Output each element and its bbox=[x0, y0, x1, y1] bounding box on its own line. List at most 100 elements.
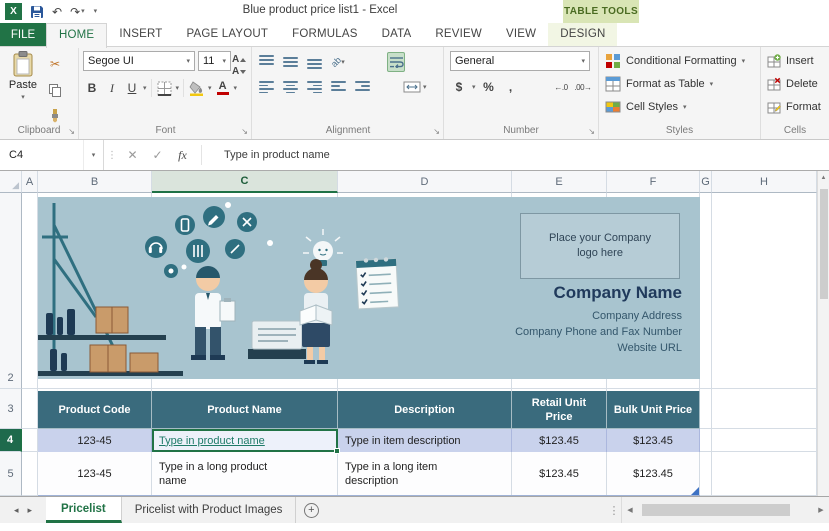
tab-design[interactable]: DESIGN bbox=[548, 23, 618, 46]
undo-button[interactable]: ↶ bbox=[52, 4, 62, 20]
row-header-3[interactable]: 3 bbox=[0, 389, 22, 429]
next-sheet-icon[interactable]: ▸ bbox=[28, 505, 33, 516]
previous-sheet-icon[interactable]: ◂ bbox=[14, 505, 19, 516]
delete-cells-button[interactable]: Delete bbox=[767, 74, 818, 94]
tab-view[interactable]: VIEW bbox=[494, 23, 548, 46]
grid-cell[interactable] bbox=[700, 429, 712, 452]
grid-cell[interactable] bbox=[712, 429, 817, 452]
grid-cell[interactable] bbox=[700, 389, 712, 429]
column-header-f[interactable]: F bbox=[607, 171, 700, 193]
cell-styles-button[interactable]: Cell Styles ▾ bbox=[605, 97, 686, 117]
insert-cells-button[interactable]: Insert bbox=[767, 51, 814, 71]
grid-cell[interactable] bbox=[712, 389, 817, 429]
row-header-5[interactable]: 5 bbox=[0, 452, 22, 496]
column-header-a[interactable]: A bbox=[22, 171, 38, 193]
header-bulk-unit-price[interactable]: Bulk Unit Price bbox=[607, 391, 700, 429]
font-name-combo[interactable]: Segoe UI ▾ bbox=[83, 51, 195, 71]
cell-retail-price[interactable]: $123.45 bbox=[512, 429, 607, 452]
excel-logo-icon[interactable]: X bbox=[5, 3, 22, 20]
format-as-table-button[interactable]: Format as Table ▾ bbox=[605, 74, 713, 94]
wrap-text-button[interactable] bbox=[387, 52, 405, 72]
vertical-scrollbar-thumb[interactable] bbox=[820, 189, 828, 299]
number-format-combo[interactable]: General ▾ bbox=[450, 51, 590, 71]
cell-product-name[interactable]: Type in a long product name bbox=[152, 452, 338, 495]
save-icon[interactable] bbox=[30, 5, 44, 19]
column-header-d[interactable]: D bbox=[338, 171, 512, 193]
tab-page-layout[interactable]: PAGE LAYOUT bbox=[174, 23, 280, 46]
font-size-combo[interactable]: 11 ▾ bbox=[198, 51, 231, 71]
align-right-button[interactable] bbox=[305, 77, 323, 97]
company-logo-placeholder[interactable]: Place your Company logo here bbox=[520, 213, 680, 279]
column-header-e[interactable]: E bbox=[512, 171, 607, 193]
new-sheet-button[interactable]: + bbox=[296, 497, 326, 523]
cell-retail-price[interactable]: $123.45 bbox=[512, 452, 607, 495]
grid-cell[interactable] bbox=[22, 193, 38, 389]
enter-button[interactable]: ✓ bbox=[145, 148, 170, 162]
row-header-2[interactable]: 2 bbox=[0, 193, 22, 389]
select-all-button[interactable]: ◢ bbox=[0, 171, 22, 193]
scroll-right-icon[interactable]: ▶ bbox=[813, 506, 829, 514]
italic-button[interactable]: I bbox=[103, 78, 121, 98]
header-illustration[interactable]: Place your Company logo here Company Nam… bbox=[38, 197, 700, 379]
column-header-b[interactable]: B bbox=[38, 171, 152, 193]
tab-home[interactable]: HOME bbox=[46, 23, 108, 48]
percent-style-button[interactable]: % bbox=[480, 77, 498, 97]
customize-qat-button[interactable]: ▾ bbox=[93, 4, 98, 20]
comma-style-button[interactable]: , bbox=[502, 77, 520, 97]
middle-align-button[interactable] bbox=[281, 52, 299, 72]
number-dialog-launcher[interactable]: ↘ bbox=[588, 127, 595, 136]
tab-bar-resize-handle[interactable]: ⋮ bbox=[607, 497, 621, 523]
name-box[interactable]: C4 ▾ bbox=[0, 140, 104, 170]
column-header-c[interactable]: C bbox=[152, 171, 338, 193]
tab-data[interactable]: DATA bbox=[370, 23, 424, 46]
tab-formulas[interactable]: FORMULAS bbox=[280, 23, 370, 46]
table-resize-handle[interactable] bbox=[691, 487, 699, 495]
header-product-name[interactable]: Product Name bbox=[152, 391, 338, 429]
horizontal-scrollbar[interactable]: ◀ ▶ bbox=[621, 497, 829, 523]
column-header-h[interactable]: H bbox=[712, 171, 817, 193]
header-description[interactable]: Description bbox=[338, 391, 512, 429]
cell-bulk-price[interactable]: $123.45 bbox=[607, 429, 700, 452]
paste-button[interactable]: Paste ▾ bbox=[4, 51, 42, 113]
format-cells-button[interactable]: Format bbox=[767, 97, 821, 117]
conditional-formatting-button[interactable]: Conditional Formatting ▾ bbox=[605, 51, 745, 71]
decrease-indent-button[interactable] bbox=[329, 77, 347, 97]
row-header-4[interactable]: 4 bbox=[0, 429, 22, 452]
accounting-format-button[interactable]: $ bbox=[450, 77, 468, 97]
scroll-up-icon[interactable]: ▲ bbox=[818, 171, 829, 185]
fill-color-button[interactable] bbox=[188, 78, 206, 98]
tab-file[interactable]: FILE bbox=[0, 23, 46, 46]
bold-button[interactable]: B bbox=[83, 78, 101, 98]
align-center-button[interactable] bbox=[281, 77, 299, 97]
orientation-button[interactable]: ab ▾ bbox=[329, 52, 347, 72]
format-painter-button[interactable] bbox=[46, 106, 64, 126]
decrease-font-size-button[interactable]: A bbox=[232, 65, 247, 77]
grid-cell[interactable] bbox=[700, 193, 712, 389]
tab-insert[interactable]: INSERT bbox=[107, 23, 174, 46]
increase-indent-button[interactable] bbox=[353, 77, 371, 97]
vertical-scrollbar[interactable]: ▲ bbox=[817, 171, 829, 496]
column-header-g[interactable]: G bbox=[700, 171, 712, 193]
grid-cell[interactable] bbox=[22, 429, 38, 452]
grid-cell[interactable] bbox=[22, 452, 38, 496]
formula-bar-content[interactable]: Type in product name bbox=[210, 149, 330, 161]
insert-function-button[interactable]: fx bbox=[170, 148, 195, 163]
grid-cell[interactable] bbox=[22, 389, 38, 429]
font-dialog-launcher[interactable]: ↘ bbox=[241, 127, 248, 136]
cell-product-code[interactable]: 123-45 bbox=[38, 452, 152, 495]
header-product-code[interactable]: Product Code bbox=[38, 391, 152, 429]
font-color-button[interactable]: A bbox=[214, 78, 232, 98]
grid-cell[interactable] bbox=[700, 452, 712, 496]
formula-bar-drag-handle[interactable]: ⋮ bbox=[104, 150, 120, 161]
sheet-tab-pricelist-with-images[interactable]: Pricelist with Product Images bbox=[122, 497, 297, 523]
cell-bulk-price[interactable]: $123.45 bbox=[607, 452, 700, 495]
top-align-button[interactable] bbox=[257, 52, 275, 72]
scroll-left-icon[interactable]: ◀ bbox=[622, 506, 638, 514]
sheet-tab-pricelist[interactable]: Pricelist bbox=[46, 497, 122, 523]
bottom-align-button[interactable] bbox=[305, 52, 323, 72]
grid-cell[interactable] bbox=[712, 193, 817, 389]
increase-font-size-button[interactable]: A bbox=[232, 53, 247, 65]
underline-button[interactable]: U bbox=[123, 78, 141, 98]
horizontal-scrollbar-track[interactable] bbox=[638, 497, 813, 523]
align-left-button[interactable] bbox=[257, 77, 275, 97]
